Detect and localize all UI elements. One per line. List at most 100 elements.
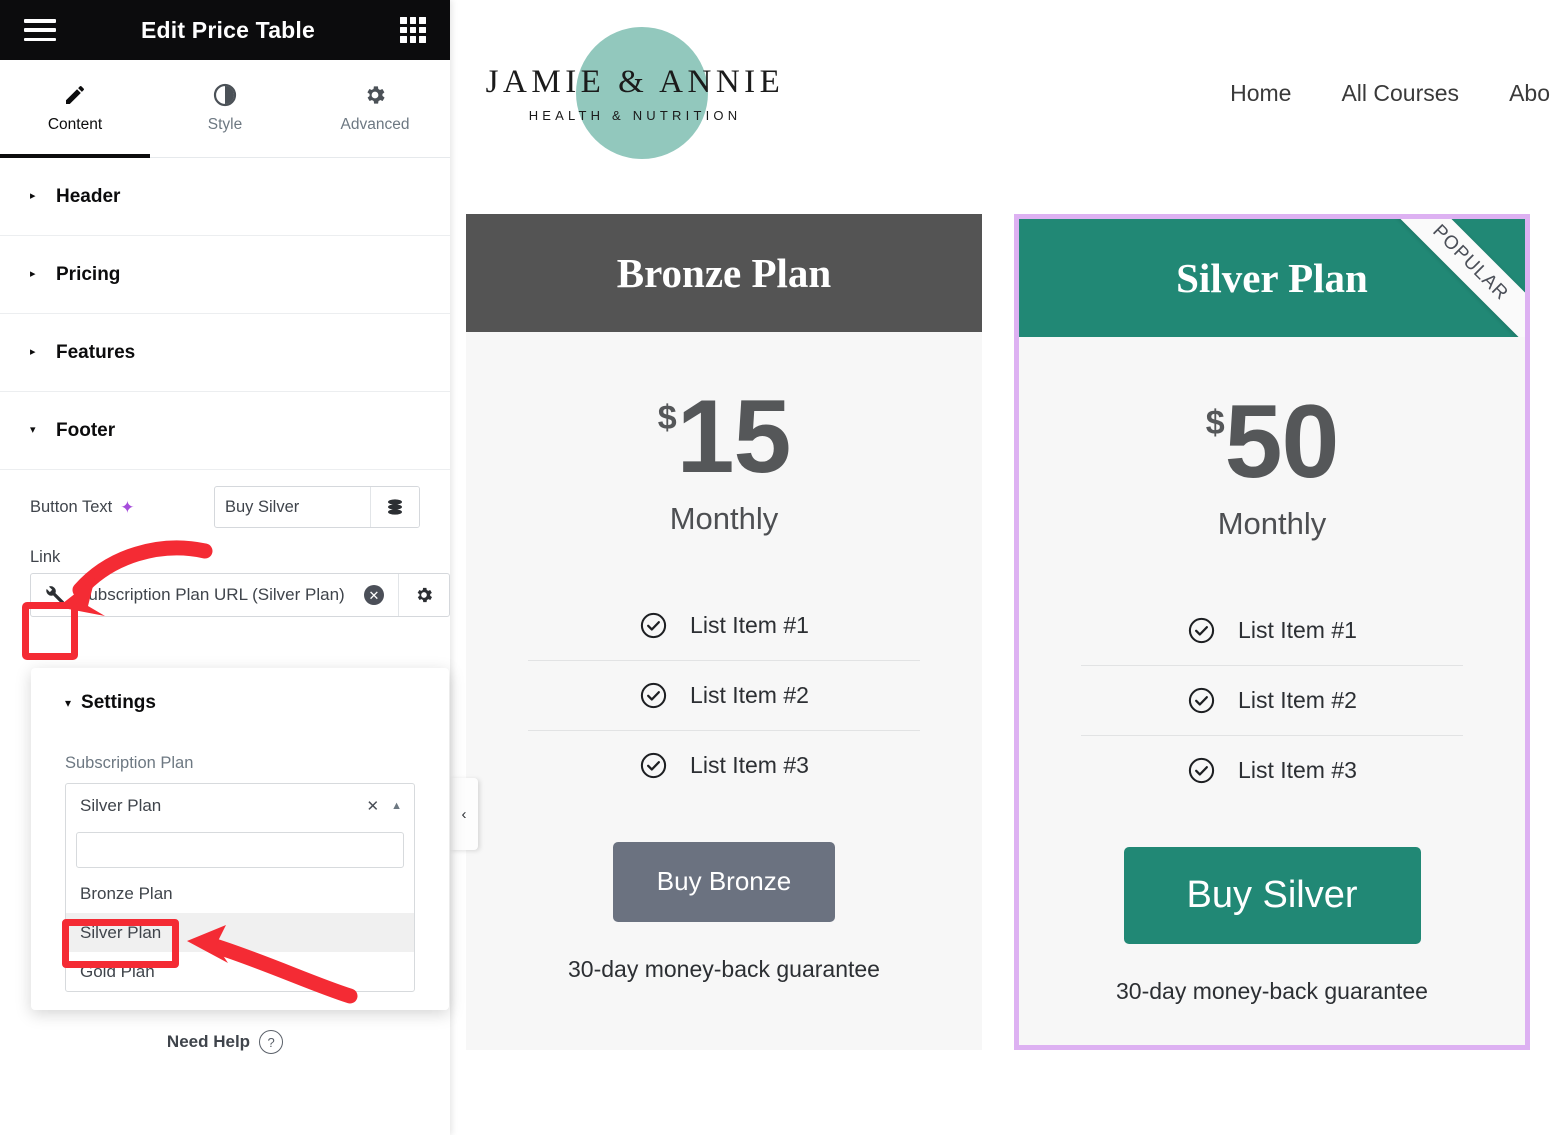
panel-collapse-handle[interactable]: ‹	[450, 778, 478, 850]
list-item: List Item #2	[1081, 665, 1463, 735]
elementor-editor-panel: Edit Price Table Content Style Advanced …	[0, 0, 450, 1135]
price-card-bronze-header: Bronze Plan	[466, 214, 982, 332]
button-text-input-wrap	[214, 486, 420, 528]
link-options-gear-icon[interactable]	[398, 574, 449, 616]
site-header: JAMIE & ANNIE HEALTH & NUTRITION Home Al…	[450, 0, 1550, 186]
price-card-silver-header: Silver Plan POPULAR	[1019, 219, 1525, 337]
contrast-icon	[213, 83, 237, 107]
check-circle-icon	[1187, 756, 1216, 785]
link-control: Subscription Plan URL (Silver Plan) ✕	[30, 573, 450, 617]
chevron-up-icon[interactable]: ▲	[391, 800, 402, 812]
site-logo[interactable]: JAMIE & ANNIE HEALTH & NUTRITION	[470, 13, 800, 173]
logo-sub-text: HEALTH & NUTRITION	[486, 108, 785, 123]
question-circle-icon: ?	[259, 1030, 283, 1054]
check-circle-icon	[639, 681, 668, 710]
chevron-right-icon: ▸	[30, 269, 46, 280]
price-card-bronze-price: $ 15 Monthly	[466, 332, 982, 537]
check-circle-icon	[639, 751, 668, 780]
list-item: List Item #1	[528, 591, 920, 660]
list-item: List Item #2	[528, 660, 920, 730]
link-label: Link	[0, 528, 450, 573]
section-header[interactable]: ▸ Header	[0, 158, 450, 236]
check-circle-icon	[1187, 616, 1216, 645]
option-gold-plan[interactable]: Gold Plan	[66, 952, 414, 991]
list-item-label: List Item #1	[690, 612, 809, 639]
pencil-icon	[63, 83, 87, 107]
nav-link-about[interactable]: Abo	[1509, 80, 1550, 107]
button-text-field-row: Button Text ✦	[0, 470, 450, 528]
settings-popover-title: Settings	[81, 692, 156, 714]
chevron-down-icon: ▾	[30, 425, 46, 436]
tab-content[interactable]: Content	[0, 60, 150, 157]
price-card-silver-guarantee: 30-day money-back guarantee	[1019, 944, 1525, 1045]
buy-silver-button[interactable]: Buy Silver	[1124, 847, 1421, 944]
chevron-right-icon: ▸	[30, 191, 46, 202]
list-item: List Item #1	[1081, 596, 1463, 665]
section-footer[interactable]: ▾ Footer	[0, 392, 450, 470]
price-card-silver: Silver Plan POPULAR $ 50 Monthly List It…	[1014, 214, 1530, 1050]
logo-text: JAMIE & ANNIE HEALTH & NUTRITION	[486, 64, 785, 123]
section-header-label: Header	[56, 186, 120, 208]
price-card-bronze-guarantee: 30-day money-back guarantee	[466, 922, 982, 1023]
panel-tabs: Content Style Advanced	[0, 60, 450, 158]
tab-advanced[interactable]: Advanced	[300, 60, 450, 157]
price-card-bronze: Bronze Plan $ 15 Monthly List Item #1	[466, 214, 982, 1050]
list-item-label: List Item #1	[1238, 617, 1357, 644]
settings-popover-header[interactable]: ▾ Settings	[31, 668, 449, 714]
subscription-plan-label: Subscription Plan	[31, 714, 449, 783]
section-footer-label: Footer	[56, 420, 115, 442]
panel-topbar: Edit Price Table	[0, 0, 450, 60]
list-item-label: List Item #2	[690, 682, 809, 709]
hamburger-menu-icon[interactable]	[24, 19, 56, 41]
section-pricing-label: Pricing	[56, 264, 120, 286]
option-bronze-plan[interactable]: Bronze Plan	[66, 874, 414, 913]
tab-style-label: Style	[208, 116, 242, 134]
sparkles-icon[interactable]: ✦	[120, 499, 134, 516]
wrench-icon[interactable]	[31, 574, 77, 616]
chevron-down-icon: ▾	[65, 696, 71, 710]
subscription-plan-select-toggle[interactable]: Silver Plan ✕ ▲	[66, 784, 414, 828]
price-currency: $	[658, 402, 677, 434]
tab-content-label: Content	[48, 116, 102, 134]
nav-link-home[interactable]: Home	[1230, 80, 1291, 107]
tab-advanced-label: Advanced	[341, 116, 410, 134]
price-card-bronze-title: Bronze Plan	[617, 249, 832, 297]
price-amount: 15	[677, 388, 791, 487]
list-item-label: List Item #3	[1238, 757, 1357, 784]
subscription-plan-select: Silver Plan ✕ ▲ Bronze Plan Silver Plan …	[65, 783, 415, 992]
site-preview: JAMIE & ANNIE HEALTH & NUTRITION Home Al…	[450, 0, 1550, 1135]
button-text-label: Button Text	[30, 498, 112, 517]
check-circle-icon	[639, 611, 668, 640]
logo-main-text: JAMIE & ANNIE	[486, 64, 785, 101]
price-period: Monthly	[1019, 506, 1525, 542]
panel-title: Edit Price Table	[141, 17, 315, 44]
tab-style[interactable]: Style	[150, 60, 300, 157]
nav-link-all-courses[interactable]: All Courses	[1341, 80, 1459, 107]
need-help-link[interactable]: Need Help ?	[0, 1030, 450, 1054]
link-settings-popover: ▾ Settings Subscription Plan Silver Plan…	[31, 668, 449, 1010]
close-circle-icon[interactable]: ✕	[364, 585, 384, 605]
buy-bronze-button[interactable]: Buy Bronze	[613, 842, 835, 922]
list-item-label: List Item #2	[1238, 687, 1357, 714]
section-features[interactable]: ▸ Features	[0, 314, 450, 392]
price-amount: 50	[1225, 393, 1339, 492]
list-item-label: List Item #3	[690, 752, 809, 779]
section-pricing[interactable]: ▸ Pricing	[0, 236, 450, 314]
subscription-plan-selected-value: Silver Plan	[80, 796, 367, 816]
price-period: Monthly	[466, 501, 982, 537]
database-stack-icon[interactable]	[370, 487, 419, 527]
button-text-input[interactable]	[215, 487, 370, 527]
popular-ribbon: POPULAR	[1379, 219, 1525, 337]
gear-icon	[363, 83, 387, 107]
price-currency: $	[1206, 407, 1225, 439]
price-table-cards: Bronze Plan $ 15 Monthly List Item #1	[450, 186, 1550, 1050]
price-card-silver-title: Silver Plan	[1176, 254, 1368, 302]
price-card-silver-price: $ 50 Monthly	[1019, 337, 1525, 542]
check-circle-icon	[1187, 686, 1216, 715]
subscription-plan-search-input[interactable]	[77, 833, 403, 867]
option-silver-plan[interactable]: Silver Plan	[66, 913, 414, 952]
apps-grid-icon[interactable]	[400, 17, 426, 43]
link-value: Subscription Plan URL (Silver Plan)	[77, 585, 364, 605]
section-features-label: Features	[56, 342, 135, 364]
clear-selection-icon[interactable]: ✕	[367, 797, 380, 815]
